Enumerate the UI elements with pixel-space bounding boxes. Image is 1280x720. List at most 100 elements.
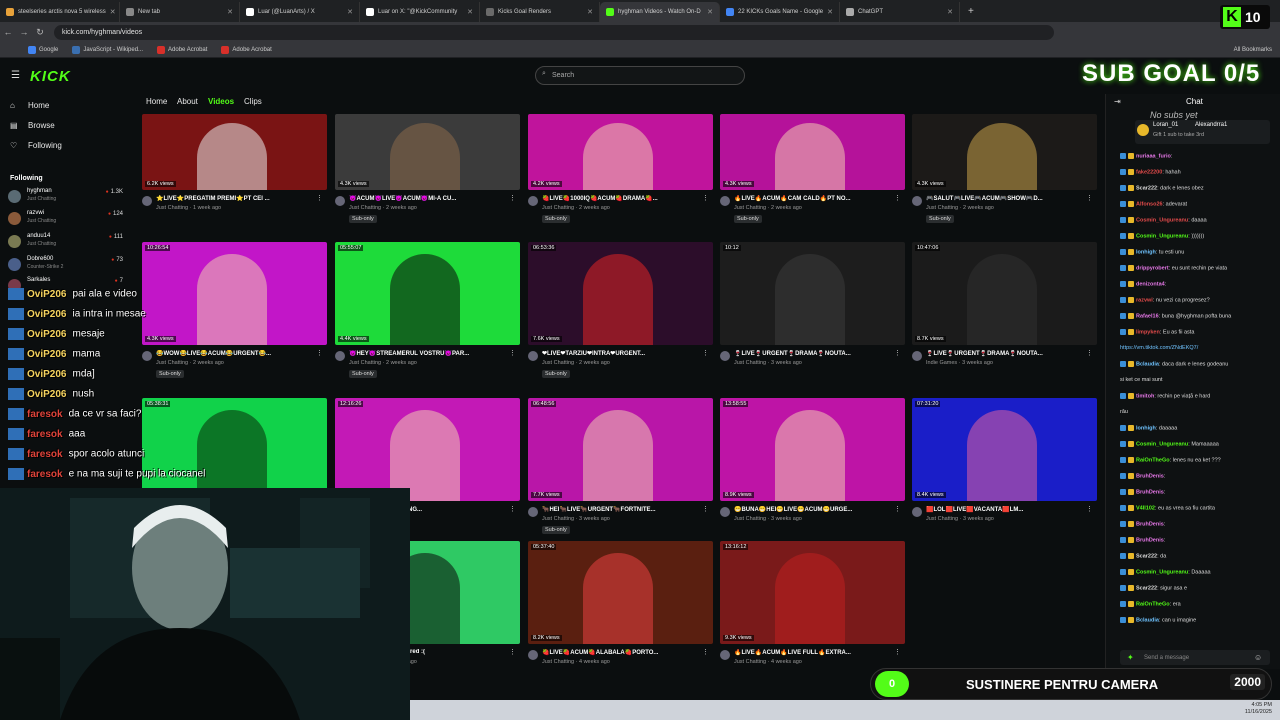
chat-username[interactable]: limpyken [1136,329,1160,335]
video-thumbnail[interactable]: 07:31:20 8.4K views [912,398,1097,501]
nav-home[interactable]: ⌂ Home [10,101,49,110]
bookmark-javascript[interactable]: JavaScript - Wikiped... [72,45,143,54]
video-thumbnail[interactable]: 06:53:36 7.6K views [528,242,713,345]
new-tab-icon[interactable]: + [968,6,974,17]
chat-username[interactable]: Scar222 [1136,585,1157,591]
video-title[interactable]: 😂WOW😂LIVE😂ACUM😂URGENT😂... [156,350,316,357]
video-thumbnail[interactable]: 12:16:26 [335,398,520,501]
video-title[interactable]: ❤LIVE❤TARZIU❤INTRA❤URGENT... [542,350,702,357]
chat-username[interactable]: Alfonso26 [1136,201,1163,207]
following-item[interactable]: hyghman Just Chatting 1.3K [8,188,123,206]
chat-username[interactable]: Bclaudia [1136,361,1159,367]
video-menu-icon[interactable]: ⋮ [894,194,901,202]
bookmark-adobe-2[interactable]: Adobe Acrobat [221,45,272,54]
video-menu-icon[interactable]: ⋮ [702,194,709,202]
video-menu-icon[interactable]: ⋮ [509,505,516,513]
video-menu-icon[interactable]: ⋮ [894,505,901,513]
video-thumbnail[interactable]: 05:38:31 [142,398,327,501]
chat-username[interactable]: Scar222 [1136,553,1157,559]
following-item[interactable]: anduu14 Just Chatting 111 [8,233,123,251]
video-menu-icon[interactable]: ⋮ [894,349,901,357]
video-thumbnail[interactable]: 4.2K views [528,114,713,190]
chat-username[interactable]: Bclaudia [1136,617,1159,623]
video-card[interactable]: 10:12 🍷LIVE🍷URGENT🍷DRAMA🍷NOUTA... ⋮ Just Ch… [720,242,905,387]
video-title[interactable]: 🔥LIVE🔥ACUM🔥LIVE FULL🔥EXTRA... [734,649,894,656]
video-card[interactable]: 4.3K views 🔥LIVE🔥ACUM🔥CAM CALD🔥PT NO... ⋮ J… [720,114,905,232]
video-card[interactable]: 4.2K views 🍓LIVE🍓1000IQ🍓ACUM🍓DRAMA🍓... ⋮ Ju… [528,114,713,232]
video-title[interactable]: 😁BUNA😁HEI😁LIVE😁ACUM😁URGE... [734,506,894,513]
following-item[interactable]: Dobre600 Counter-Strike 2 73 [8,256,123,274]
video-menu-icon[interactable]: ⋮ [509,194,516,202]
video-title[interactable]: 🍷LIVE🍷URGENT🍷DRAMA🍷NOUTA... [926,350,1086,357]
browser-tab[interactable]: steelseries arctis nova 5 wireless ✕ [0,2,120,22]
video-menu-icon[interactable]: ⋮ [509,648,516,656]
chat-username[interactable]: BruhDenis [1136,489,1164,495]
video-title[interactable]: 🎮SALUT🎮LIVE🎮ACUM🎮SHOW🎮D... [926,195,1086,202]
video-thumbnail[interactable]: 10:12 [720,242,905,345]
tab-close-icon[interactable]: ✕ [827,8,833,16]
channel-tab-about[interactable]: About [177,97,198,106]
video-card[interactable]: 07:31:20 8.4K views 🟥LOL🟥LIVE🟥VACANTA🟥LM..… [912,398,1097,543]
video-thumbnail[interactable]: 4.3K views [720,114,905,190]
video-title[interactable]: 🔥LIVE🔥ACUM🔥CAM CALD🔥PT NO... [734,195,894,202]
channel-tab-home[interactable]: Home [146,97,167,106]
chat-username[interactable]: lonhigh [1136,425,1156,431]
channel-tab-clips[interactable]: Clips [244,97,262,106]
browser-tab[interactable]: Luar (@LuanArts) / X ✕ [240,2,360,22]
all-bookmarks[interactable]: All Bookmarks [1234,47,1272,53]
video-thumbnail[interactable]: 4.3K views [912,114,1097,190]
chat-username[interactable]: BruhDenis [1136,473,1164,479]
chat-settings-icon[interactable]: ☺ [1254,653,1262,662]
video-menu-icon[interactable]: ⋮ [509,349,516,357]
video-title[interactable]: 🍷LIVE🍷URGENT🍷DRAMA🍷NOUTA... [734,350,894,357]
chat-username[interactable]: BruhDenis [1136,537,1164,543]
video-card[interactable]: 10:26:54 4.3K views 😂WOW😂LIVE😂ACUM😂URGENT😂… [142,242,327,387]
bookmark-google[interactable]: Google [28,45,58,54]
chat-username[interactable]: V4II102 [1136,505,1155,511]
video-thumbnail[interactable]: 6.2K views [142,114,327,190]
bookmark-adobe-1[interactable]: Adobe Acrobat [157,45,207,54]
video-menu-icon[interactable]: ⋮ [316,349,323,357]
chat-username[interactable]: BruhDenis [1136,521,1164,527]
video-card[interactable]: 05:55:07 4.4K views 😈HEY😈STREAMERUL VOSTRU… [335,242,520,387]
video-menu-icon[interactable]: ⋮ [1086,194,1093,202]
video-card[interactable]: 13:16:12 9.3K views 🔥LIVE🔥ACUM🔥LIVE FULL🔥E… [720,541,905,686]
forward-icon[interactable]: → [16,27,32,37]
chat-username[interactable]: Cosmin_Ungureanu [1136,233,1188,239]
video-menu-icon[interactable]: ⋮ [894,648,901,656]
kick-logo[interactable]: KICK [30,68,71,85]
video-menu-icon[interactable]: ⋮ [702,648,709,656]
emote-icon[interactable]: ✦ [1127,653,1134,662]
video-card[interactable]: 6.2K views ⭐LIVE⭐PREGATIM PREMI⭐PT CEI ..… [142,114,327,232]
chat-message-input[interactable]: Send a message [1120,650,1270,665]
chat-username[interactable]: Cosmin_Ungureanu [1136,217,1188,223]
video-menu-icon[interactable]: ⋮ [702,505,709,513]
video-thumbnail[interactable]: 05:55:07 4.4K views [335,242,520,345]
video-card[interactable]: 06:48:56 7.7K views 🐂HEI🐂LIVE🐂URGENT🐂FORTN… [528,398,713,543]
tab-close-icon[interactable]: ✕ [707,8,713,16]
browser-tab[interactable]: 22 KICKs Goals Name - Google ✕ [720,2,840,22]
chat-username[interactable]: RaiOnTheGo [1136,457,1170,463]
video-thumbnail[interactable]: 13:16:12 9.3K views [720,541,905,644]
video-thumbnail[interactable]: 10:26:54 4.3K views [142,242,327,345]
video-thumbnail[interactable]: 05:37:40 8.2K views [528,541,713,644]
video-menu-icon[interactable]: ⋮ [702,349,709,357]
reload-icon[interactable]: ↻ [32,27,48,38]
chat-username[interactable]: Scar222 [1136,185,1157,191]
video-title[interactable]: ⭐LIVE⭐PREGATIM PREMI⭐PT CEI ... [156,195,316,202]
browser-tab[interactable]: hyghman Videos - Watch On-D ✕ [600,2,720,22]
video-menu-icon[interactable]: ⋮ [316,194,323,202]
tab-close-icon[interactable]: ✕ [110,8,116,16]
video-menu-icon[interactable]: ⋮ [1086,505,1093,513]
video-title[interactable]: 🍓LIVE🍓ACUM🍓ALABALA🍓PORTO... [542,649,702,656]
nav-browse[interactable]: ▤ Browse [10,121,55,130]
tab-close-icon[interactable]: ✕ [587,8,593,16]
following-item[interactable]: razvwi Just Chatting 124 [8,210,123,228]
tab-close-icon[interactable]: ✕ [467,8,473,16]
browser-tab[interactable]: Luar on X: "@KickCommunity ✕ [360,2,480,22]
chat-username[interactable]: drippyrobert [1136,265,1169,271]
channel-tab-videos[interactable]: Videos [208,97,234,106]
video-title[interactable]: 🍓LIVE🍓1000IQ🍓ACUM🍓DRAMA🍓... [542,195,702,202]
chat-username[interactable]: Rafael16 [1136,313,1159,319]
browser-tab[interactable]: Kicks Goal Renders ✕ [480,2,600,22]
